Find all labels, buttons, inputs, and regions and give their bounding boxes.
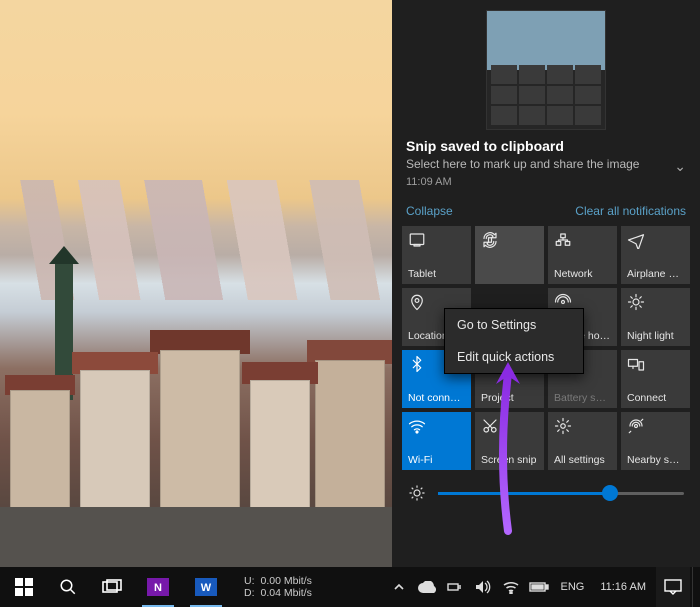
nearby-icon — [627, 417, 684, 435]
quick-action-tablet[interactable]: Tablet — [402, 226, 471, 284]
windows-logo-icon — [15, 578, 33, 596]
context-go-to-settings[interactable]: Go to Settings — [445, 309, 583, 341]
wallpaper-town — [0, 290, 392, 567]
connect-icon — [627, 355, 684, 373]
clock[interactable]: 11:16 AM — [592, 581, 654, 593]
night-light-icon — [627, 293, 684, 311]
chevron-down-icon[interactable]: ⌄ — [674, 158, 686, 175]
notification-title: Snip saved to clipboard — [406, 138, 686, 154]
search-button[interactable] — [48, 567, 88, 607]
quick-action-label: Not connected — [408, 392, 465, 404]
settings-icon — [554, 417, 611, 435]
taskbar-app-word[interactable]: W — [184, 567, 228, 607]
network-icon — [554, 231, 611, 249]
notification-thumbnail — [486, 10, 606, 130]
quick-action-connect[interactable]: Connect — [621, 350, 690, 408]
tray-overflow[interactable] — [386, 567, 412, 607]
notification-body: Select here to mark up and share the ima… — [406, 156, 686, 172]
brightness-row — [392, 470, 700, 510]
tray-network[interactable] — [498, 567, 524, 607]
cloud-icon — [418, 581, 436, 593]
quick-action-nearby[interactable]: Nearby sharing — [621, 412, 690, 470]
quick-action-night[interactable]: Night light — [621, 288, 690, 346]
desktop-wallpaper[interactable] — [0, 0, 392, 567]
tray-volume[interactable] — [470, 567, 496, 607]
wifi-icon — [408, 417, 465, 435]
show-desktop-peek[interactable] — [692, 567, 698, 607]
start-button[interactable] — [4, 567, 44, 607]
taskbar: N W U:0.00 Mbit/s D:0.04 Mbit/s — [0, 567, 700, 607]
notification-card[interactable]: Snip saved to clipboard Select here to m… — [392, 0, 700, 194]
action-center-panel: Snip saved to clipboard Select here to m… — [392, 0, 700, 567]
quick-action-label: Tablet — [408, 268, 465, 280]
rotation-lock-icon — [481, 231, 538, 249]
brightness-icon — [408, 484, 426, 502]
power-plug-icon — [447, 581, 463, 593]
quick-action-label: Network — [554, 268, 611, 280]
chevron-up-icon — [393, 581, 405, 593]
quick-action-label: Airplane mode — [627, 268, 684, 280]
quick-action-wifi[interactable]: Wi-Fi — [402, 412, 471, 470]
quick-action-label: Project — [481, 392, 538, 404]
quick-action-network[interactable]: Network — [548, 226, 617, 284]
wifi-icon — [503, 580, 519, 594]
airplane-icon — [627, 231, 684, 249]
quick-action-label: Connect — [627, 392, 684, 404]
volume-icon — [475, 580, 491, 594]
collapse-link[interactable]: Collapse — [406, 204, 453, 218]
quick-action-label: Night light — [627, 330, 684, 342]
clear-notifications-link[interactable]: Clear all notifications — [575, 204, 686, 218]
word-icon: W — [193, 574, 219, 600]
snip-icon — [481, 417, 538, 435]
language-indicator[interactable]: ENG — [554, 581, 590, 593]
quick-action-label: Wi-Fi — [408, 454, 465, 466]
tray-power[interactable] — [442, 567, 468, 607]
quick-action-label: Nearby sharing — [627, 454, 684, 466]
quick-action-context-menu: Go to Settings Edit quick actions — [444, 308, 584, 374]
quick-action-label: Battery saver — [554, 392, 611, 404]
battery-icon — [529, 581, 549, 593]
net-speed-meter: U:0.00 Mbit/s D:0.04 Mbit/s — [244, 575, 312, 599]
tray-onedrive[interactable] — [414, 567, 440, 607]
tablet-icon — [408, 231, 465, 249]
context-edit-quick-actions[interactable]: Edit quick actions — [445, 341, 583, 373]
task-view-icon — [102, 579, 122, 595]
quick-action-label: All settings — [554, 454, 611, 466]
quick-action-rotation[interactable] — [475, 226, 544, 284]
notification-icon — [664, 579, 682, 595]
tray-battery[interactable] — [526, 567, 552, 607]
notification-time: 11:09 AM — [406, 176, 686, 188]
taskbar-app-onenote[interactable]: N — [136, 567, 180, 607]
svg-text:N: N — [154, 582, 162, 594]
quick-action-settings[interactable]: All settings — [548, 412, 617, 470]
svg-text:W: W — [201, 582, 212, 594]
action-center-button[interactable] — [656, 567, 690, 607]
quick-action-snip[interactable]: Screen snip — [475, 412, 544, 470]
brightness-slider[interactable] — [438, 492, 684, 495]
quick-action-label: Screen snip — [481, 454, 538, 466]
quick-action-airplane[interactable]: Airplane mode — [621, 226, 690, 284]
task-view-button[interactable] — [92, 567, 132, 607]
search-icon — [59, 578, 77, 596]
onenote-icon: N — [145, 574, 171, 600]
